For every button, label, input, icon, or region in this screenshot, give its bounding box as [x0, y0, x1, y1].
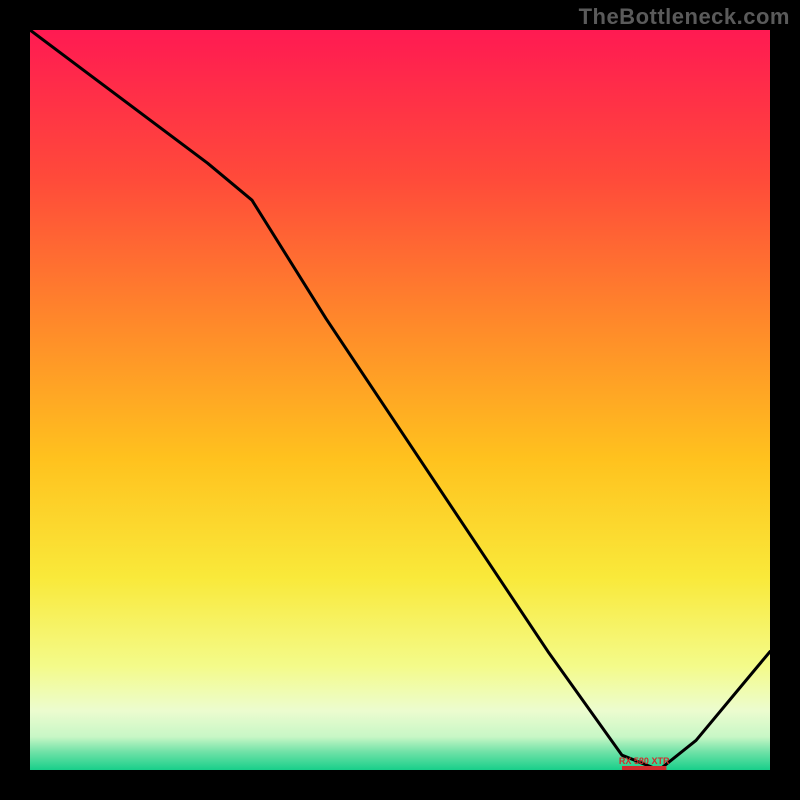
plot-area: RX 580 XTR — [30, 30, 770, 770]
watermark-text: TheBottleneck.com — [579, 4, 790, 30]
gradient-background — [30, 30, 770, 770]
min-segment-marker: RX 580 XTR — [619, 756, 670, 770]
chart-frame: TheBottleneck.com RX 580 XTR — [0, 0, 800, 800]
min-segment-label: RX 580 XTR — [619, 756, 670, 766]
chart-svg: RX 580 XTR — [30, 30, 770, 770]
